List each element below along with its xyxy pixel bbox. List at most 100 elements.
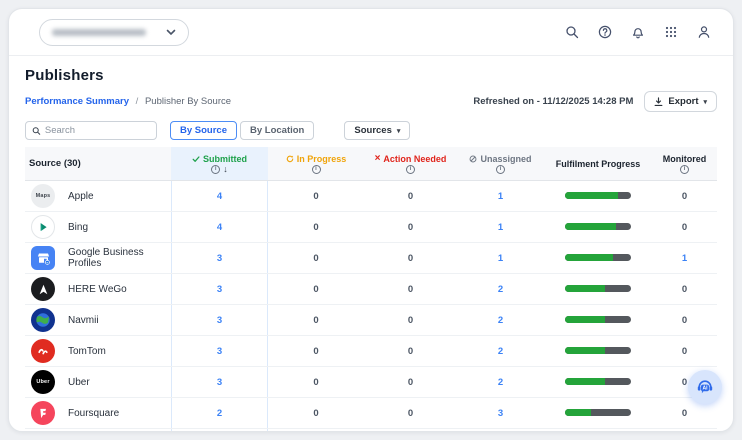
submitted-count[interactable]: 3	[217, 346, 222, 357]
col-header-source[interactable]: Source (30)	[25, 147, 171, 180]
unassigned-count[interactable]: 1	[498, 222, 503, 233]
monitored-count[interactable]: 1	[682, 253, 687, 264]
fulfilment-progress-bar	[565, 223, 631, 231]
table-row: Bing 4 0 0 1 0	[25, 212, 717, 243]
table-row: HERE WeGo 3 0 0 2 0	[25, 274, 717, 305]
submitted-count[interactable]: 4	[217, 222, 222, 233]
col-header-monitored[interactable]: Monitored i	[652, 147, 717, 180]
svg-text:AI: AI	[703, 385, 709, 391]
help-icon[interactable]	[598, 25, 612, 39]
search-box[interactable]	[25, 121, 157, 140]
tomtom-logo	[31, 339, 55, 363]
uber-logo: Uber	[31, 370, 55, 394]
col-header-unassigned[interactable]: Unassigned i	[457, 147, 544, 180]
action-needed-count: 0	[407, 314, 414, 326]
action-needed-count: 0	[407, 221, 414, 233]
here-wego-logo	[31, 277, 55, 301]
source-name: Navmii	[68, 314, 99, 326]
col-header-submitted[interactable]: Submitted i ↓	[171, 147, 268, 180]
info-icon[interactable]: i	[496, 164, 505, 174]
bing-logo	[31, 215, 55, 239]
chevron-down-icon	[166, 29, 176, 35]
breadcrumb-separator: /	[135, 96, 139, 107]
info-icon[interactable]: i	[406, 164, 415, 174]
ai-headset-icon: AI	[697, 380, 713, 394]
in-progress-count: 0	[313, 314, 319, 326]
unassigned-count[interactable]: 1	[498, 191, 503, 202]
info-icon[interactable]: i	[211, 164, 221, 174]
submitted-count[interactable]: 3	[217, 284, 222, 295]
table-row: Google Business Profiles 3 0 0 1 1	[25, 243, 717, 274]
breadcrumb: Performance Summary / Publisher By Sourc…	[25, 96, 231, 107]
action-needed-count: 0	[407, 283, 414, 295]
sources-dropdown-label: Sources	[354, 125, 392, 136]
in-progress-count: 0	[313, 376, 319, 388]
unassigned-count[interactable]: 3	[498, 408, 503, 419]
table-row: Maps Apple 4 0 0 1 0	[25, 181, 717, 212]
action-needed-count: 0	[407, 190, 414, 202]
apps-grid-icon[interactable]	[664, 25, 678, 39]
location-selector[interactable]	[39, 18, 189, 46]
unassigned-count[interactable]: 1	[498, 253, 503, 264]
in-progress-count: 0	[313, 345, 319, 357]
unassigned-count[interactable]: 2	[498, 284, 503, 295]
source-name: HERE WeGo	[68, 283, 127, 295]
submitted-count[interactable]: 3	[217, 253, 222, 264]
in-progress-count: 0	[313, 407, 319, 419]
google-business-profiles-logo	[31, 246, 55, 270]
unassigned-count[interactable]: 2	[498, 315, 503, 326]
breadcrumb-current: Publisher By Source	[144, 96, 232, 107]
submitted-count[interactable]: 3	[217, 315, 222, 326]
monitored-count: 0	[681, 407, 688, 419]
export-label: Export	[668, 96, 699, 107]
apple-maps-logo: Maps	[31, 184, 55, 208]
publishers-table: Source (30) Submitted i ↓ In Progress i …	[25, 147, 717, 431]
tab-by-location[interactable]: By Location	[240, 121, 315, 140]
search-icon	[32, 126, 41, 135]
fulfilment-progress-bar	[565, 285, 631, 293]
refresh-icon	[286, 155, 294, 162]
info-icon[interactable]: i	[311, 164, 321, 174]
col-header-in-progress[interactable]: In Progress i	[268, 147, 364, 180]
monitored-count: 0	[681, 345, 688, 357]
breadcrumb-performance-summary[interactable]: Performance Summary	[25, 96, 129, 107]
monitored-count: 0	[681, 314, 688, 326]
source-name: Foursquare	[68, 407, 120, 419]
submitted-count[interactable]: 3	[217, 377, 222, 388]
source-name: TomTom	[68, 345, 106, 357]
top-icon-group	[565, 25, 711, 39]
col-header-action-needed[interactable]: × Action Needed i	[364, 147, 457, 180]
unassigned-count[interactable]: 2	[498, 377, 503, 388]
tab-by-source[interactable]: By Source	[170, 121, 237, 140]
info-icon[interactable]: i	[680, 164, 689, 174]
submitted-count[interactable]: 2	[217, 408, 222, 419]
source-name: Uber	[68, 376, 90, 388]
sort-desc-icon[interactable]: ↓	[223, 164, 228, 174]
in-progress-count: 0	[313, 190, 319, 202]
fulfilment-progress-bar	[565, 347, 631, 355]
search-icon[interactable]	[565, 25, 579, 39]
table-row: Baidu 1 0 0 4 0	[25, 429, 717, 431]
action-needed-count: 0	[407, 252, 414, 264]
fulfilment-progress-bar	[565, 378, 631, 386]
unassigned-count[interactable]: 2	[498, 346, 503, 357]
profile-icon[interactable]	[697, 25, 711, 39]
table-header: Source (30) Submitted i ↓ In Progress i …	[25, 147, 717, 181]
in-progress-count: 0	[313, 221, 319, 233]
table-body: Maps Apple 4 0 0 1 0 Bing 4 0 0 1 0 Goog…	[25, 181, 717, 431]
search-input[interactable]	[44, 125, 150, 136]
submitted-count[interactable]: 4	[217, 191, 222, 202]
table-row: Uber Uber 3 0 0 2 0	[25, 367, 717, 398]
action-needed-count: 0	[407, 345, 414, 357]
top-bar	[9, 9, 733, 56]
ai-assistant-button[interactable]: AI	[688, 370, 722, 404]
notifications-icon[interactable]	[631, 25, 645, 39]
table-row: Navmii 3 0 0 2 0	[25, 305, 717, 336]
export-button[interactable]: Export ▾	[644, 91, 717, 112]
monitored-count: 0	[681, 190, 688, 202]
check-icon	[192, 155, 200, 162]
sources-dropdown[interactable]: Sources ▾	[344, 121, 411, 140]
x-icon: ×	[374, 153, 381, 164]
page-title: Publishers	[25, 67, 104, 84]
foursquare-logo	[31, 401, 55, 425]
